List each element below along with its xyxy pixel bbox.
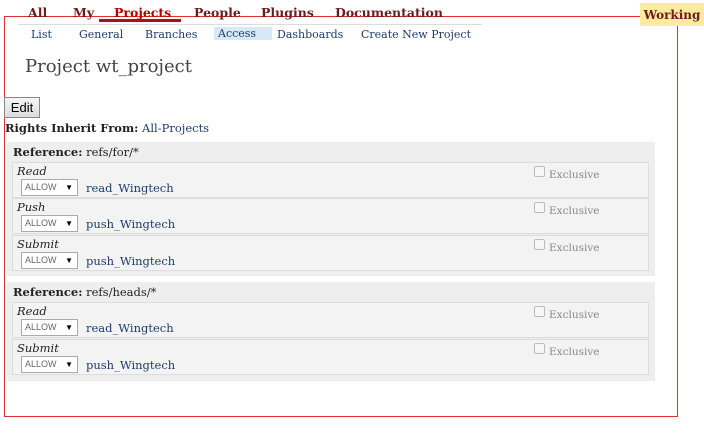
permission-name: Submit xyxy=(17,237,59,251)
permission-row: Read ALLOW ▼ read_Wingtech Exclusive xyxy=(12,162,649,198)
subnav-branches[interactable]: Branches xyxy=(145,28,197,41)
action-value: ALLOW xyxy=(25,182,57,192)
permission-name: Submit xyxy=(17,341,59,355)
active-tab-indicator xyxy=(99,19,181,22)
exclusive-checkbox[interactable] xyxy=(534,306,545,317)
exclusive-checkbox[interactable] xyxy=(534,239,545,250)
permission-name: Read xyxy=(17,164,47,178)
subnav-create-new-project[interactable]: Create New Project xyxy=(361,28,471,41)
inherit-link[interactable]: All-Projects xyxy=(142,121,209,135)
exclusive-checkbox[interactable] xyxy=(534,202,545,213)
top-navigation: All My Projects People Plugins Documenta… xyxy=(0,0,650,22)
exclusive-label: Exclusive xyxy=(549,346,600,358)
reference-header: Reference: refs/heads/* xyxy=(13,285,156,299)
working-indicator: Working xyxy=(640,3,704,26)
dropdown-arrow-icon: ▼ xyxy=(65,360,73,369)
permission-name: Push xyxy=(17,200,46,214)
action-value: ALLOW xyxy=(25,218,57,228)
page-title: Project wt_project xyxy=(25,56,192,77)
group-link[interactable]: read_Wingtech xyxy=(86,181,174,195)
dropdown-arrow-icon: ▼ xyxy=(65,219,73,228)
exclusive-label: Exclusive xyxy=(549,309,600,321)
nav-all[interactable]: All xyxy=(28,5,47,20)
reference-section: Reference: refs/heads/* Read ALLOW ▼ rea… xyxy=(7,282,655,381)
dropdown-arrow-icon: ▼ xyxy=(65,256,73,265)
action-select[interactable]: ALLOW ▼ xyxy=(21,215,78,232)
exclusive-label: Exclusive xyxy=(549,242,600,254)
reference-section: Reference: refs/for/* Read ALLOW ▼ read_… xyxy=(7,142,655,276)
group-link[interactable]: push_Wingtech xyxy=(86,217,175,231)
nav-people[interactable]: People xyxy=(194,5,241,20)
nav-plugins[interactable]: Plugins xyxy=(261,5,314,20)
permission-row: Submit ALLOW ▼ push_Wingtech Exclusive xyxy=(12,339,649,375)
subnav-list[interactable]: List xyxy=(31,28,52,41)
action-value: ALLOW xyxy=(25,359,57,369)
action-select[interactable]: ALLOW ▼ xyxy=(21,179,78,196)
nav-documentation[interactable]: Documentation xyxy=(335,5,443,20)
subnav-dashboards[interactable]: Dashboards xyxy=(277,28,343,41)
action-select[interactable]: ALLOW ▼ xyxy=(21,356,78,373)
exclusive-checkbox[interactable] xyxy=(534,343,545,354)
permission-row: Read ALLOW ▼ read_Wingtech Exclusive xyxy=(12,302,649,338)
permission-name: Read xyxy=(17,304,47,318)
group-link[interactable]: push_Wingtech xyxy=(86,254,175,268)
reference-value: refs/heads/* xyxy=(86,285,157,299)
dropdown-arrow-icon: ▼ xyxy=(65,183,73,192)
sub-navigation: List General Branches Access Dashboards … xyxy=(18,24,482,43)
group-link[interactable]: push_Wingtech xyxy=(86,358,175,372)
permission-row: Push ALLOW ▼ push_Wingtech Exclusive xyxy=(12,198,649,234)
action-select[interactable]: ALLOW ▼ xyxy=(21,252,78,269)
permission-row: Submit ALLOW ▼ push_Wingtech Exclusive xyxy=(12,235,649,271)
edit-button[interactable]: Edit xyxy=(4,97,40,118)
subnav-general[interactable]: General xyxy=(79,28,123,41)
action-select[interactable]: ALLOW ▼ xyxy=(21,319,78,336)
reference-label: Reference: xyxy=(13,285,83,299)
rights-inherit: Rights Inherit From: All-Projects xyxy=(5,121,209,135)
subnav-access[interactable]: Access xyxy=(214,27,272,40)
exclusive-label: Exclusive xyxy=(549,205,600,217)
group-link[interactable]: read_Wingtech xyxy=(86,321,174,335)
inherit-label: Rights Inherit From: xyxy=(5,121,139,135)
reference-label: Reference: xyxy=(13,145,83,159)
dropdown-arrow-icon: ▼ xyxy=(65,323,73,332)
reference-header: Reference: refs/for/* xyxy=(13,145,139,159)
reference-value: refs/for/* xyxy=(86,145,139,159)
nav-projects[interactable]: Projects xyxy=(114,5,171,20)
action-value: ALLOW xyxy=(25,255,57,265)
nav-my[interactable]: My xyxy=(73,5,94,20)
exclusive-label: Exclusive xyxy=(549,169,600,181)
exclusive-checkbox[interactable] xyxy=(534,166,545,177)
action-value: ALLOW xyxy=(25,322,57,332)
